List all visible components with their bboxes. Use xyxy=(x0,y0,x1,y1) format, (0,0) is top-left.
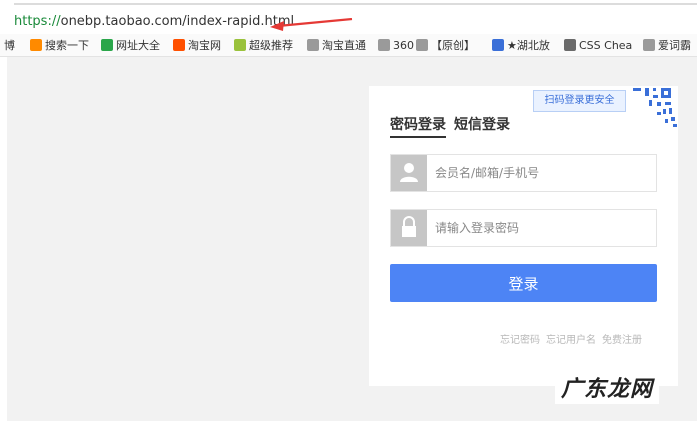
annotation-arrow-icon xyxy=(270,18,353,31)
lock-icon xyxy=(391,210,427,246)
forgot-password-link[interactable]: 忘记密码 xyxy=(500,335,540,346)
watermark: 广东龙网 xyxy=(555,374,660,404)
bookmark-item[interactable]: 360 xyxy=(378,37,414,53)
page-icon xyxy=(416,39,428,51)
bookmark-label: 360 xyxy=(393,38,414,52)
username-input[interactable] xyxy=(435,164,645,182)
page-icon xyxy=(307,39,319,51)
bookmark-label: ★湖北放 xyxy=(507,39,550,52)
bookmark-item[interactable]: 超级推荐 xyxy=(234,37,293,53)
site-icon xyxy=(492,39,504,51)
bookmark-item[interactable]: CSS Chea xyxy=(564,37,632,53)
bookmark-label: 【原创】 xyxy=(431,39,475,52)
login-button[interactable]: 登录 xyxy=(390,264,657,302)
bookmark-item[interactable]: 【原创】 xyxy=(416,37,475,53)
forgot-username-link[interactable]: 忘记用户名 xyxy=(546,335,596,346)
bookmark-label: 超级推荐 xyxy=(249,39,293,52)
password-field[interactable] xyxy=(390,209,657,247)
user-icon xyxy=(391,155,427,191)
bookmark-item[interactable]: ★湖北放 xyxy=(492,37,550,53)
leaf-icon xyxy=(234,39,246,51)
bookmarks-bar: 博 搜索一下 网址大全 淘宝网 超级推荐 淘宝直通 360 【原创】 ★湖北放 CSS Chea 爱… xyxy=(0,34,697,57)
bookmark-item[interactable]: 博 xyxy=(4,37,15,53)
bookmark-item[interactable]: 淘宝网 xyxy=(173,37,221,53)
bookmark-label: 博 xyxy=(4,39,15,52)
qr-code-graphic xyxy=(627,86,678,130)
username-field[interactable] xyxy=(390,154,657,192)
tab-strip-edge xyxy=(14,3,697,5)
url-scheme: https:// xyxy=(14,14,61,29)
page-icon xyxy=(643,39,655,51)
tab-password-login[interactable]: 密码登录 xyxy=(390,114,446,138)
help-links: 忘记密码 忘记用户名 免费注册 xyxy=(500,331,642,346)
search-icon xyxy=(30,39,42,51)
register-link[interactable]: 免费注册 xyxy=(602,335,642,346)
bookmark-label: 网址大全 xyxy=(116,39,160,52)
qr-login-hint[interactable]: 扫码登录更安全 xyxy=(533,90,626,112)
bookmark-item[interactable]: 搜索一下 xyxy=(30,37,89,53)
bookmark-label: 搜索一下 xyxy=(45,39,89,52)
login-tabs: 密码登录 短信登录 xyxy=(390,114,518,138)
bookmark-item[interactable]: 爱词霸 xyxy=(643,37,691,53)
url-path: onebp.taobao.com/index-rapid.html xyxy=(60,14,295,29)
bookmark-label: 淘宝网 xyxy=(188,39,221,52)
address-bar[interactable]: https://onebp.taobao.com/index-rapid.htm… xyxy=(0,8,697,34)
tab-sms-login[interactable]: 短信登录 xyxy=(454,114,510,134)
qr-code-icon[interactable] xyxy=(627,86,678,130)
bookmark-label: 爱词霸 xyxy=(658,39,691,52)
bookmark-item[interactable]: 淘宝直通 xyxy=(307,37,366,53)
folder-icon xyxy=(378,39,390,51)
globe-icon xyxy=(101,39,113,51)
bookmark-label: CSS Chea xyxy=(579,38,633,52)
bookmark-item[interactable]: 网址大全 xyxy=(101,37,160,53)
taobao-icon xyxy=(173,39,185,51)
bookmark-label: 淘宝直通 xyxy=(322,39,366,52)
url-text[interactable]: https://onebp.taobao.com/index-rapid.htm… xyxy=(14,14,294,29)
password-input[interactable] xyxy=(435,219,645,237)
css-icon xyxy=(564,39,576,51)
